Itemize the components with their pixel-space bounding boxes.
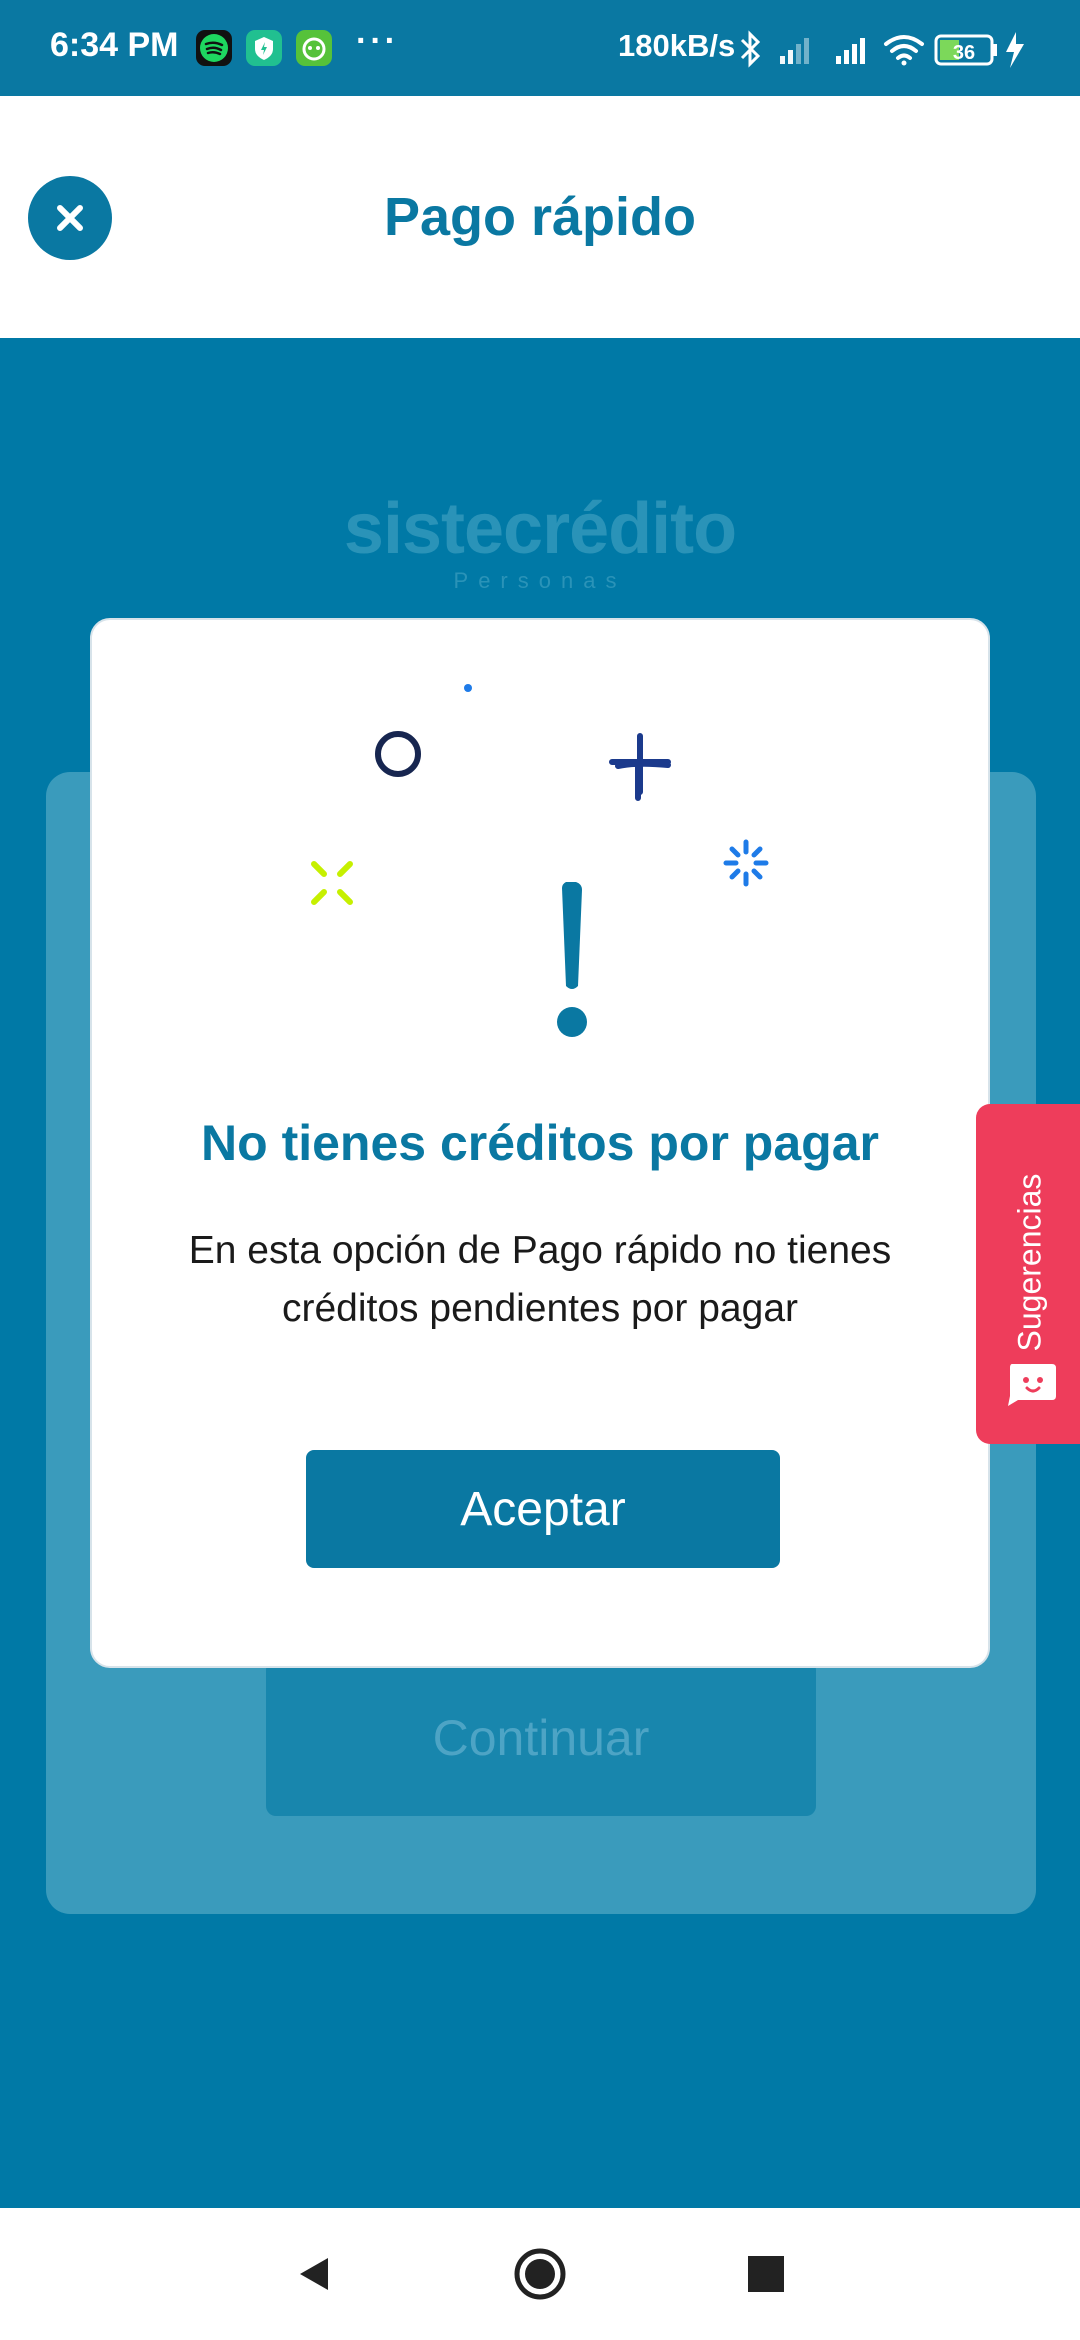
suggestions-label: Sugerencias [1011,1173,1048,1352]
continue-button: Continuar [266,1660,816,1816]
exclamation-icon [557,882,587,1037]
signal-icon [780,38,809,64]
alert-illustration [311,684,769,1037]
status-time: 6:34 PM [50,26,179,64]
brand-logo: sistecrédito [343,489,737,569]
dialog-title: No tienes créditos por pagar [201,1115,879,1171]
accept-button[interactable]: Aceptar [306,1450,780,1568]
home-icon[interactable] [510,2244,570,2304]
recents-icon[interactable] [736,2244,796,2304]
back-icon[interactable] [284,2244,344,2304]
status-icons: 36 [740,30,1024,68]
sparkle-blue-decoration [723,839,769,887]
network-speed: 180kB/s [618,28,736,63]
status-bar: 6:34 PM ··· 180kB/s 36 [0,0,1080,96]
vpn-shield-icon [246,30,282,66]
brand-logo-subtitle: Personas [453,568,627,593]
app-header: Pago rápido [0,96,1080,338]
signal-icon [836,38,865,64]
dialog-message: En esta opción de Pago rápido no tienes … [188,1229,892,1330]
app-icon [296,30,332,66]
circle-decoration [375,731,421,777]
wifi-icon [884,35,924,66]
plus-icon [609,733,671,795]
page-title: Pago rápido [383,187,697,247]
battery-icon: 36 [934,34,997,66]
bluetooth-icon [740,30,761,68]
suggestions-tab[interactable]: Sugerencias [976,1104,1080,1444]
battery-level: 36 [953,42,975,64]
sparkle-green-decoration [311,861,353,905]
alert-dialog: No tienes créditos por pagar En esta opc… [90,618,990,1668]
dot-decoration [464,684,472,692]
more-notifications: ··· [356,22,399,60]
system-nav-bar [0,2208,1080,2340]
chat-face-icon [1008,1364,1056,1406]
spotify-icon [196,30,232,66]
charging-icon [1006,32,1024,68]
